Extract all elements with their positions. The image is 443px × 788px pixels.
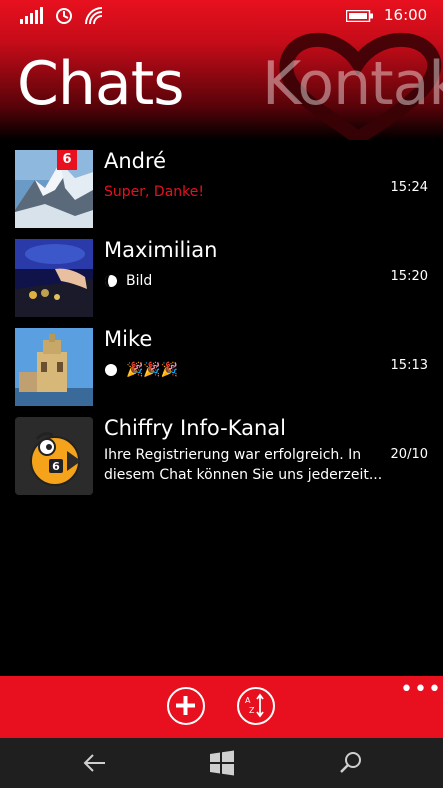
sort-button[interactable]: A Z — [237, 687, 275, 725]
chat-last-message-text: 🎉🎉🎉 — [126, 362, 179, 378]
chat-time: 15:20 — [390, 269, 428, 284]
chat-time: 20/10 — [390, 447, 428, 462]
chat-name: André — [104, 149, 167, 173]
sync-icon — [56, 8, 72, 24]
wifi-icon — [85, 7, 103, 25]
chat-last-message: Super, Danke! — [104, 184, 204, 200]
chat-last-message: Bild — [104, 271, 152, 291]
mountain-photo — [15, 150, 93, 228]
search-icon[interactable] — [337, 750, 365, 776]
chat-time: 15:24 — [390, 180, 428, 195]
windows-icon[interactable] — [208, 750, 236, 776]
chat-item-mike[interactable]: Mike 🎉🎉🎉 15:13 — [0, 326, 443, 408]
chat-name: Chiffry Info-Kanal — [104, 416, 287, 440]
more-options-button[interactable]: ••• — [400, 679, 442, 701]
chat-item-andre[interactable]: 6 André Super, Danke! 15:24 — [0, 148, 443, 230]
chat-name: Mike — [104, 327, 153, 351]
pivot-title-chats[interactable]: Chats — [17, 48, 184, 120]
chat-name: Maximilian — [104, 238, 218, 262]
avatar — [15, 328, 93, 406]
read-status-icon — [105, 364, 117, 376]
chat-item-maximilian[interactable]: Maximilian Bild 15:20 — [0, 237, 443, 319]
signal-icon — [20, 7, 43, 24]
avatar: 6 — [15, 417, 93, 495]
add-chat-button[interactable] — [167, 687, 205, 725]
svg-text:Z: Z — [249, 706, 255, 715]
chat-last-message: Ihre Registrierung war erfolgreich. In d… — [104, 447, 383, 483]
pivot-title-kontakte[interactable]: Kontakte — [262, 48, 443, 120]
unread-badge: 6 — [57, 150, 77, 170]
navigation-bar — [0, 738, 443, 788]
add-icon — [176, 696, 195, 715]
chat-time: 15:13 — [390, 358, 428, 373]
read-status-icon — [105, 275, 117, 287]
sort-icon: A Z — [245, 693, 264, 718]
dj-photo — [15, 239, 93, 317]
battery-icon — [346, 10, 373, 22]
svg-text:6: 6 — [52, 460, 60, 473]
tower-photo — [15, 328, 93, 406]
status-bar: 16:00 — [0, 0, 443, 32]
back-icon[interactable] — [81, 750, 109, 776]
status-time: 16:00 — [384, 6, 428, 24]
svg-text:A: A — [245, 696, 251, 705]
chiffry-logo: 6 — [15, 417, 93, 495]
avatar — [15, 239, 93, 317]
header: 16:00 Chats Kontakte — [0, 0, 443, 140]
chat-last-message: 🎉🎉🎉 — [104, 360, 178, 380]
chat-item-chiffry-info[interactable]: 6 Chiffry Info-Kanal Ihre Registrierung … — [0, 415, 443, 497]
chat-last-message-text: Bild — [126, 273, 153, 289]
app-bar: A Z ••• — [0, 676, 443, 738]
avatar — [15, 150, 93, 228]
